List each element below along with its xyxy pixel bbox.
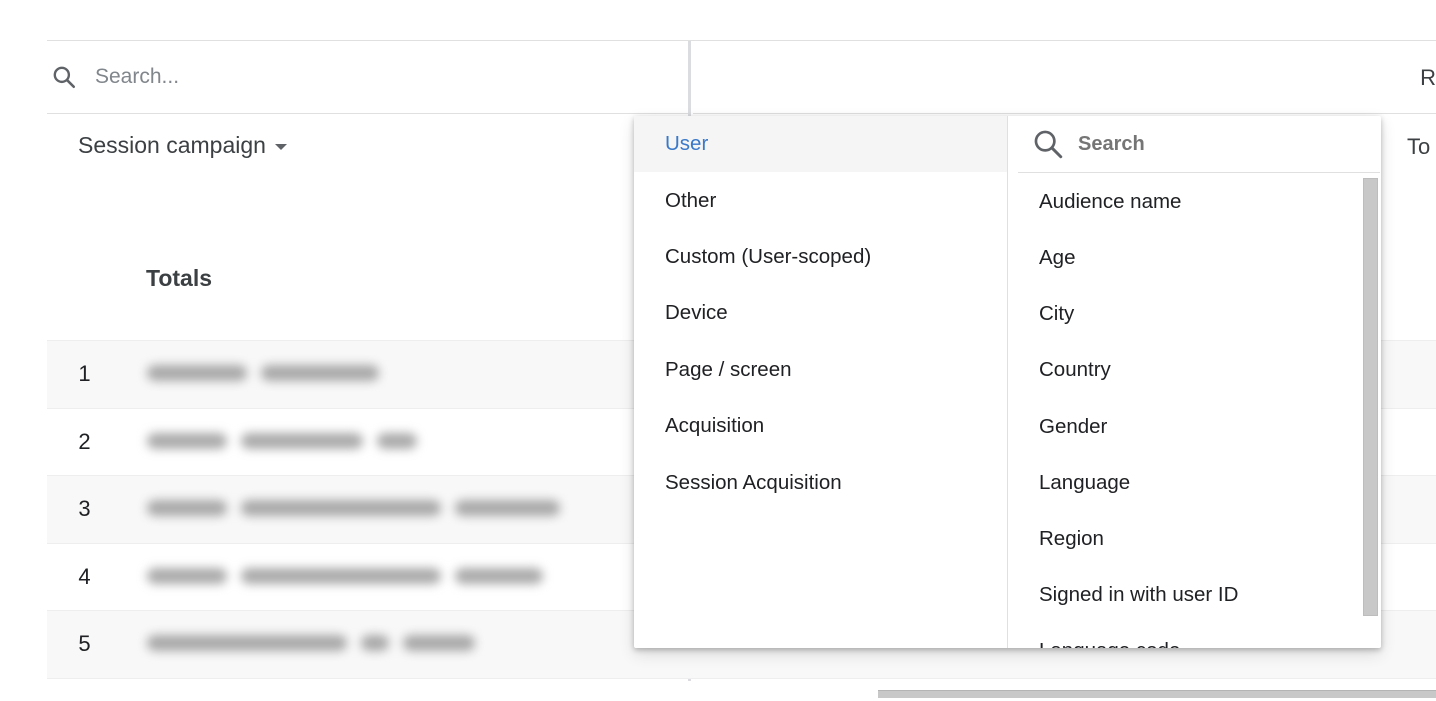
options-scrollbar[interactable] <box>1363 178 1378 616</box>
dimension-selector[interactable]: Session campaign <box>78 132 287 159</box>
row-label-redacted <box>147 635 475 653</box>
dimension-options-pane: Audience name Age City Country Gender La… <box>1008 116 1381 648</box>
category-label: Page / screen <box>665 357 792 381</box>
option-gender[interactable]: Gender <box>1008 399 1381 455</box>
category-label: Device <box>665 301 728 325</box>
category-label: Custom (User-scoped) <box>665 244 872 268</box>
row-index: 4 <box>78 563 91 589</box>
option-label: Age <box>1039 246 1076 270</box>
category-label: Other <box>665 188 717 212</box>
option-label: Region <box>1039 527 1104 551</box>
report-view: R Session campaign To Totals 1 2 3 4 5 <box>0 0 1436 701</box>
metrics-header-label: R <box>1420 65 1436 90</box>
option-label: Audience name <box>1039 190 1182 213</box>
dimension-search-input[interactable] <box>1078 132 1358 156</box>
option-age[interactable]: Age <box>1008 230 1381 286</box>
dimension-category-list: User Other Custom (User-scoped) Device P… <box>634 116 1008 648</box>
row-label-redacted <box>147 432 417 451</box>
category-other[interactable]: Other <box>634 172 1007 228</box>
option-label: Language <box>1039 470 1131 494</box>
category-session-acquisition[interactable]: Session Acquisition <box>634 454 1007 510</box>
row-index: 1 <box>78 361 91 387</box>
row-index: 3 <box>78 496 91 522</box>
row-label-redacted <box>147 567 543 586</box>
option-audience-name[interactable]: Audience name <box>1008 174 1381 230</box>
dimension-search-bar <box>1018 116 1380 173</box>
category-custom-user-scoped[interactable]: Custom (User-scoped) <box>634 229 1007 285</box>
option-language[interactable]: Language <box>1008 455 1381 511</box>
dimension-options-list: Audience name Age City Country Gender La… <box>1008 174 1381 648</box>
option-label: Language code <box>1039 639 1180 648</box>
option-label: Signed in with user ID <box>1039 583 1239 607</box>
category-label: Acquisition <box>665 414 765 438</box>
dimension-picker-menu: User Other Custom (User-scoped) Device P… <box>634 116 1381 648</box>
category-user[interactable]: User <box>634 116 1007 173</box>
option-region[interactable]: Region <box>1008 511 1381 567</box>
metrics-header-area: R <box>693 41 1436 114</box>
option-signed-in-with-user-id[interactable]: Signed in with user ID <box>1008 567 1381 623</box>
table-bottom-border <box>47 677 1436 679</box>
caret-down-icon <box>274 143 287 150</box>
metric-column-header[interactable]: To <box>1407 134 1430 160</box>
search-icon <box>1030 126 1066 162</box>
row-index: 5 <box>78 631 91 657</box>
row-label-redacted <box>147 500 560 518</box>
totals-label: Totals <box>146 265 213 291</box>
option-city[interactable]: City <box>1008 286 1381 342</box>
category-page-screen[interactable]: Page / screen <box>634 342 1007 398</box>
option-label: City <box>1039 302 1075 326</box>
dimension-selector-label: Session campaign <box>78 132 266 158</box>
row-index: 2 <box>78 428 91 454</box>
option-language-code[interactable]: Language code <box>1008 623 1381 648</box>
option-country[interactable]: Country <box>1008 342 1381 398</box>
search-icon <box>49 62 79 92</box>
horizontal-scrollbar[interactable] <box>878 690 1436 698</box>
category-label: Session Acquisition <box>665 470 842 494</box>
category-device[interactable]: Device <box>634 285 1007 341</box>
table-search-input[interactable] <box>95 65 595 89</box>
row-label-redacted <box>147 365 379 383</box>
option-label: Country <box>1039 358 1111 382</box>
category-label: User <box>665 132 709 156</box>
table-search-bar <box>47 41 690 114</box>
option-label: Gender <box>1039 414 1108 438</box>
category-acquisition[interactable]: Acquisition <box>634 398 1007 454</box>
